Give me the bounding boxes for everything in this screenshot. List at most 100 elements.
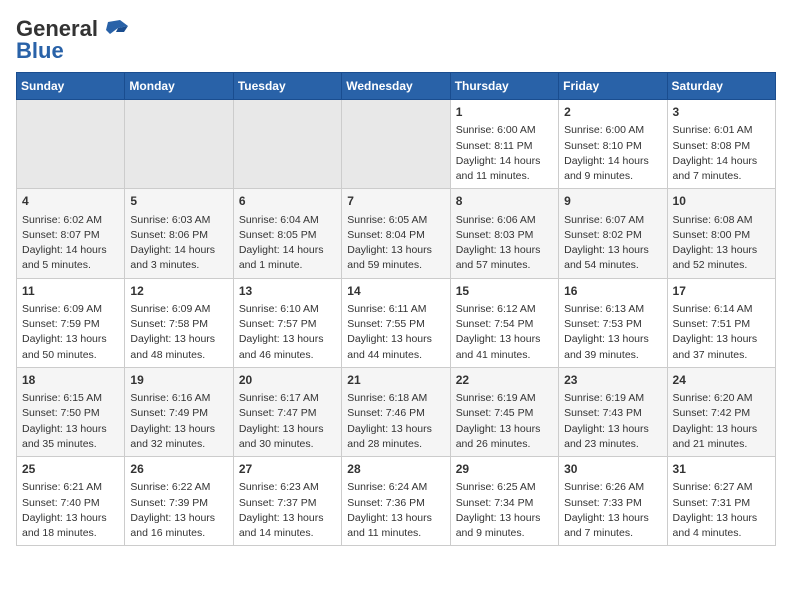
day-info: Daylight: 13 hours bbox=[130, 422, 227, 437]
weekday-header-row: SundayMondayTuesdayWednesdayThursdayFrid… bbox=[17, 73, 776, 100]
day-number: 2 bbox=[564, 104, 661, 121]
day-info: Sunrise: 6:05 AM bbox=[347, 213, 444, 228]
day-info: and 59 minutes. bbox=[347, 258, 444, 273]
calendar-cell: 16Sunrise: 6:13 AMSunset: 7:53 PMDayligh… bbox=[559, 278, 667, 367]
day-info: Sunrise: 6:03 AM bbox=[130, 213, 227, 228]
day-info: Sunset: 7:43 PM bbox=[564, 406, 661, 421]
weekday-header-thursday: Thursday bbox=[450, 73, 558, 100]
day-info: Sunrise: 6:02 AM bbox=[22, 213, 119, 228]
day-info: Daylight: 14 hours bbox=[673, 154, 770, 169]
calendar-cell: 4Sunrise: 6:02 AMSunset: 8:07 PMDaylight… bbox=[17, 189, 125, 278]
day-info: Sunset: 8:07 PM bbox=[22, 228, 119, 243]
day-info: Sunset: 8:10 PM bbox=[564, 139, 661, 154]
day-info: Sunrise: 6:07 AM bbox=[564, 213, 661, 228]
day-info: and 11 minutes. bbox=[456, 169, 553, 184]
calendar-cell: 15Sunrise: 6:12 AMSunset: 7:54 PMDayligh… bbox=[450, 278, 558, 367]
day-info: Daylight: 13 hours bbox=[456, 511, 553, 526]
day-number: 30 bbox=[564, 461, 661, 478]
day-number: 29 bbox=[456, 461, 553, 478]
calendar-cell: 23Sunrise: 6:19 AMSunset: 7:43 PMDayligh… bbox=[559, 367, 667, 456]
day-number: 28 bbox=[347, 461, 444, 478]
day-info: and 23 minutes. bbox=[564, 437, 661, 452]
day-info: Daylight: 14 hours bbox=[239, 243, 336, 258]
weekday-header-saturday: Saturday bbox=[667, 73, 775, 100]
calendar-cell: 3Sunrise: 6:01 AMSunset: 8:08 PMDaylight… bbox=[667, 100, 775, 189]
day-info: Sunset: 8:11 PM bbox=[456, 139, 553, 154]
calendar-cell: 7Sunrise: 6:05 AMSunset: 8:04 PMDaylight… bbox=[342, 189, 450, 278]
day-info: Daylight: 14 hours bbox=[22, 243, 119, 258]
day-info: Sunrise: 6:04 AM bbox=[239, 213, 336, 228]
calendar-cell: 17Sunrise: 6:14 AMSunset: 7:51 PMDayligh… bbox=[667, 278, 775, 367]
day-info: and 28 minutes. bbox=[347, 437, 444, 452]
calendar-week-2: 4Sunrise: 6:02 AMSunset: 8:07 PMDaylight… bbox=[17, 189, 776, 278]
day-info: Daylight: 13 hours bbox=[347, 511, 444, 526]
calendar-cell: 21Sunrise: 6:18 AMSunset: 7:46 PMDayligh… bbox=[342, 367, 450, 456]
day-info: and 46 minutes. bbox=[239, 348, 336, 363]
day-number: 12 bbox=[130, 283, 227, 300]
day-info: and 16 minutes. bbox=[130, 526, 227, 541]
day-info: Daylight: 13 hours bbox=[130, 332, 227, 347]
day-number: 19 bbox=[130, 372, 227, 389]
day-number: 25 bbox=[22, 461, 119, 478]
day-info: Sunrise: 6:17 AM bbox=[239, 391, 336, 406]
day-info: Sunset: 7:34 PM bbox=[456, 496, 553, 511]
day-info: and 7 minutes. bbox=[673, 169, 770, 184]
calendar-cell: 19Sunrise: 6:16 AMSunset: 7:49 PMDayligh… bbox=[125, 367, 233, 456]
day-info: Daylight: 13 hours bbox=[456, 422, 553, 437]
day-number: 11 bbox=[22, 283, 119, 300]
day-info: Sunrise: 6:15 AM bbox=[22, 391, 119, 406]
day-number: 1 bbox=[456, 104, 553, 121]
day-info: Sunrise: 6:01 AM bbox=[673, 123, 770, 138]
day-info: Daylight: 13 hours bbox=[22, 422, 119, 437]
day-info: Sunrise: 6:14 AM bbox=[673, 302, 770, 317]
calendar-cell: 30Sunrise: 6:26 AMSunset: 7:33 PMDayligh… bbox=[559, 457, 667, 546]
day-info: Daylight: 13 hours bbox=[239, 511, 336, 526]
day-info: Sunset: 7:46 PM bbox=[347, 406, 444, 421]
day-number: 21 bbox=[347, 372, 444, 389]
calendar-cell: 26Sunrise: 6:22 AMSunset: 7:39 PMDayligh… bbox=[125, 457, 233, 546]
day-info: and 48 minutes. bbox=[130, 348, 227, 363]
day-info: Sunrise: 6:19 AM bbox=[564, 391, 661, 406]
day-info: Sunrise: 6:09 AM bbox=[130, 302, 227, 317]
day-number: 22 bbox=[456, 372, 553, 389]
day-info: and 52 minutes. bbox=[673, 258, 770, 273]
day-info: and 4 minutes. bbox=[673, 526, 770, 541]
day-info: and 41 minutes. bbox=[456, 348, 553, 363]
weekday-header-sunday: Sunday bbox=[17, 73, 125, 100]
day-info: Sunset: 8:02 PM bbox=[564, 228, 661, 243]
day-info: Sunset: 7:33 PM bbox=[564, 496, 661, 511]
day-info: Sunrise: 6:16 AM bbox=[130, 391, 227, 406]
calendar-cell: 2Sunrise: 6:00 AMSunset: 8:10 PMDaylight… bbox=[559, 100, 667, 189]
day-number: 27 bbox=[239, 461, 336, 478]
day-number: 7 bbox=[347, 193, 444, 210]
day-number: 9 bbox=[564, 193, 661, 210]
day-info: Sunset: 7:31 PM bbox=[673, 496, 770, 511]
day-info: Sunset: 7:59 PM bbox=[22, 317, 119, 332]
calendar-cell: 28Sunrise: 6:24 AMSunset: 7:36 PMDayligh… bbox=[342, 457, 450, 546]
calendar-cell bbox=[17, 100, 125, 189]
day-info: and 1 minute. bbox=[239, 258, 336, 273]
day-info: Sunrise: 6:26 AM bbox=[564, 480, 661, 495]
day-info: Sunset: 7:54 PM bbox=[456, 317, 553, 332]
day-info: Sunrise: 6:22 AM bbox=[130, 480, 227, 495]
day-number: 17 bbox=[673, 283, 770, 300]
day-info: Sunrise: 6:21 AM bbox=[22, 480, 119, 495]
day-number: 18 bbox=[22, 372, 119, 389]
day-info: Daylight: 13 hours bbox=[239, 332, 336, 347]
day-info: Sunrise: 6:00 AM bbox=[564, 123, 661, 138]
day-info: and 18 minutes. bbox=[22, 526, 119, 541]
day-info: Sunset: 7:42 PM bbox=[673, 406, 770, 421]
day-info: and 5 minutes. bbox=[22, 258, 119, 273]
day-info: and 32 minutes. bbox=[130, 437, 227, 452]
calendar-cell: 8Sunrise: 6:06 AMSunset: 8:03 PMDaylight… bbox=[450, 189, 558, 278]
logo: General Blue bbox=[16, 16, 130, 64]
calendar-week-5: 25Sunrise: 6:21 AMSunset: 7:40 PMDayligh… bbox=[17, 457, 776, 546]
calendar-cell bbox=[233, 100, 341, 189]
day-number: 14 bbox=[347, 283, 444, 300]
day-info: Sunset: 8:05 PM bbox=[239, 228, 336, 243]
day-info: Sunrise: 6:20 AM bbox=[673, 391, 770, 406]
day-info: Sunrise: 6:08 AM bbox=[673, 213, 770, 228]
calendar-cell: 14Sunrise: 6:11 AMSunset: 7:55 PMDayligh… bbox=[342, 278, 450, 367]
weekday-header-friday: Friday bbox=[559, 73, 667, 100]
calendar-header: SundayMondayTuesdayWednesdayThursdayFrid… bbox=[17, 73, 776, 100]
